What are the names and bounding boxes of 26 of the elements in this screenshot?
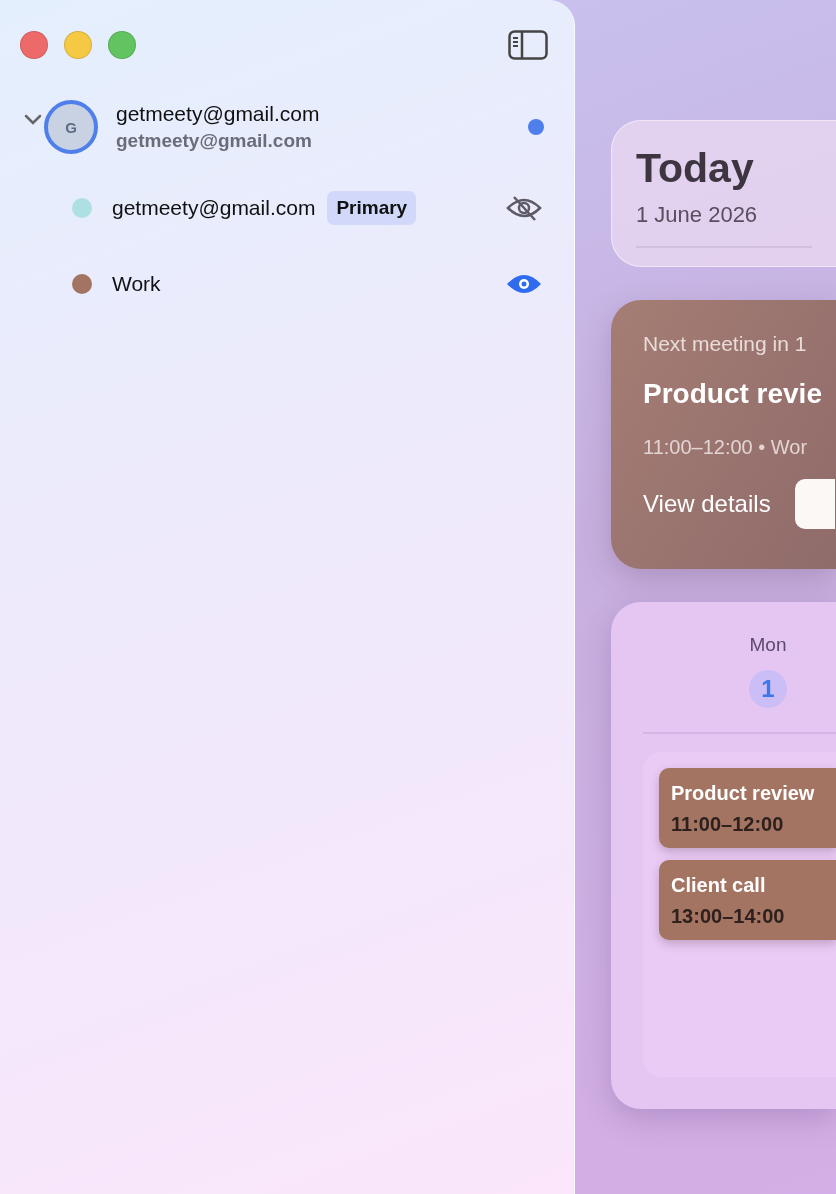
event-time: 13:00–14:00 bbox=[671, 905, 786, 928]
sidebar-toggle-icon[interactable] bbox=[508, 30, 548, 60]
date-label: 1 June 2026 bbox=[636, 202, 759, 228]
event-block[interactable]: Client call 13:00–14:00 bbox=[659, 860, 836, 940]
meeting-time: 11:00–12:00 • Wor bbox=[643, 436, 809, 459]
eye-icon[interactable] bbox=[506, 272, 542, 296]
event-time: 11:00–12:00 bbox=[671, 813, 785, 836]
calendar-name[interactable]: Work bbox=[112, 272, 161, 296]
view-details-link[interactable]: View details bbox=[643, 490, 771, 518]
account-email: getmeety@gmail.com bbox=[116, 130, 313, 152]
eye-slash-icon[interactable] bbox=[506, 194, 542, 222]
event-block[interactable]: Product review 11:00–12:00 bbox=[659, 768, 836, 848]
day-number[interactable]: 1 bbox=[749, 670, 787, 708]
next-meeting-label: Next meeting in 1 bbox=[643, 332, 808, 356]
primary-badge: Primary bbox=[327, 191, 417, 225]
event-title: Client call bbox=[671, 874, 767, 897]
calendar-name[interactable]: getmeety@gmail.com bbox=[112, 196, 316, 220]
chevron-down-icon[interactable] bbox=[24, 114, 42, 126]
account-name: getmeety@gmail.com bbox=[116, 102, 321, 126]
avatar: G bbox=[44, 100, 98, 154]
join-button[interactable] bbox=[794, 479, 835, 529]
close-button[interactable] bbox=[20, 31, 48, 59]
weekday-label: Mon bbox=[749, 634, 787, 656]
meeting-title: Product revie bbox=[643, 378, 823, 410]
event-title: Product review bbox=[671, 782, 816, 805]
today-title: Today bbox=[636, 145, 755, 192]
